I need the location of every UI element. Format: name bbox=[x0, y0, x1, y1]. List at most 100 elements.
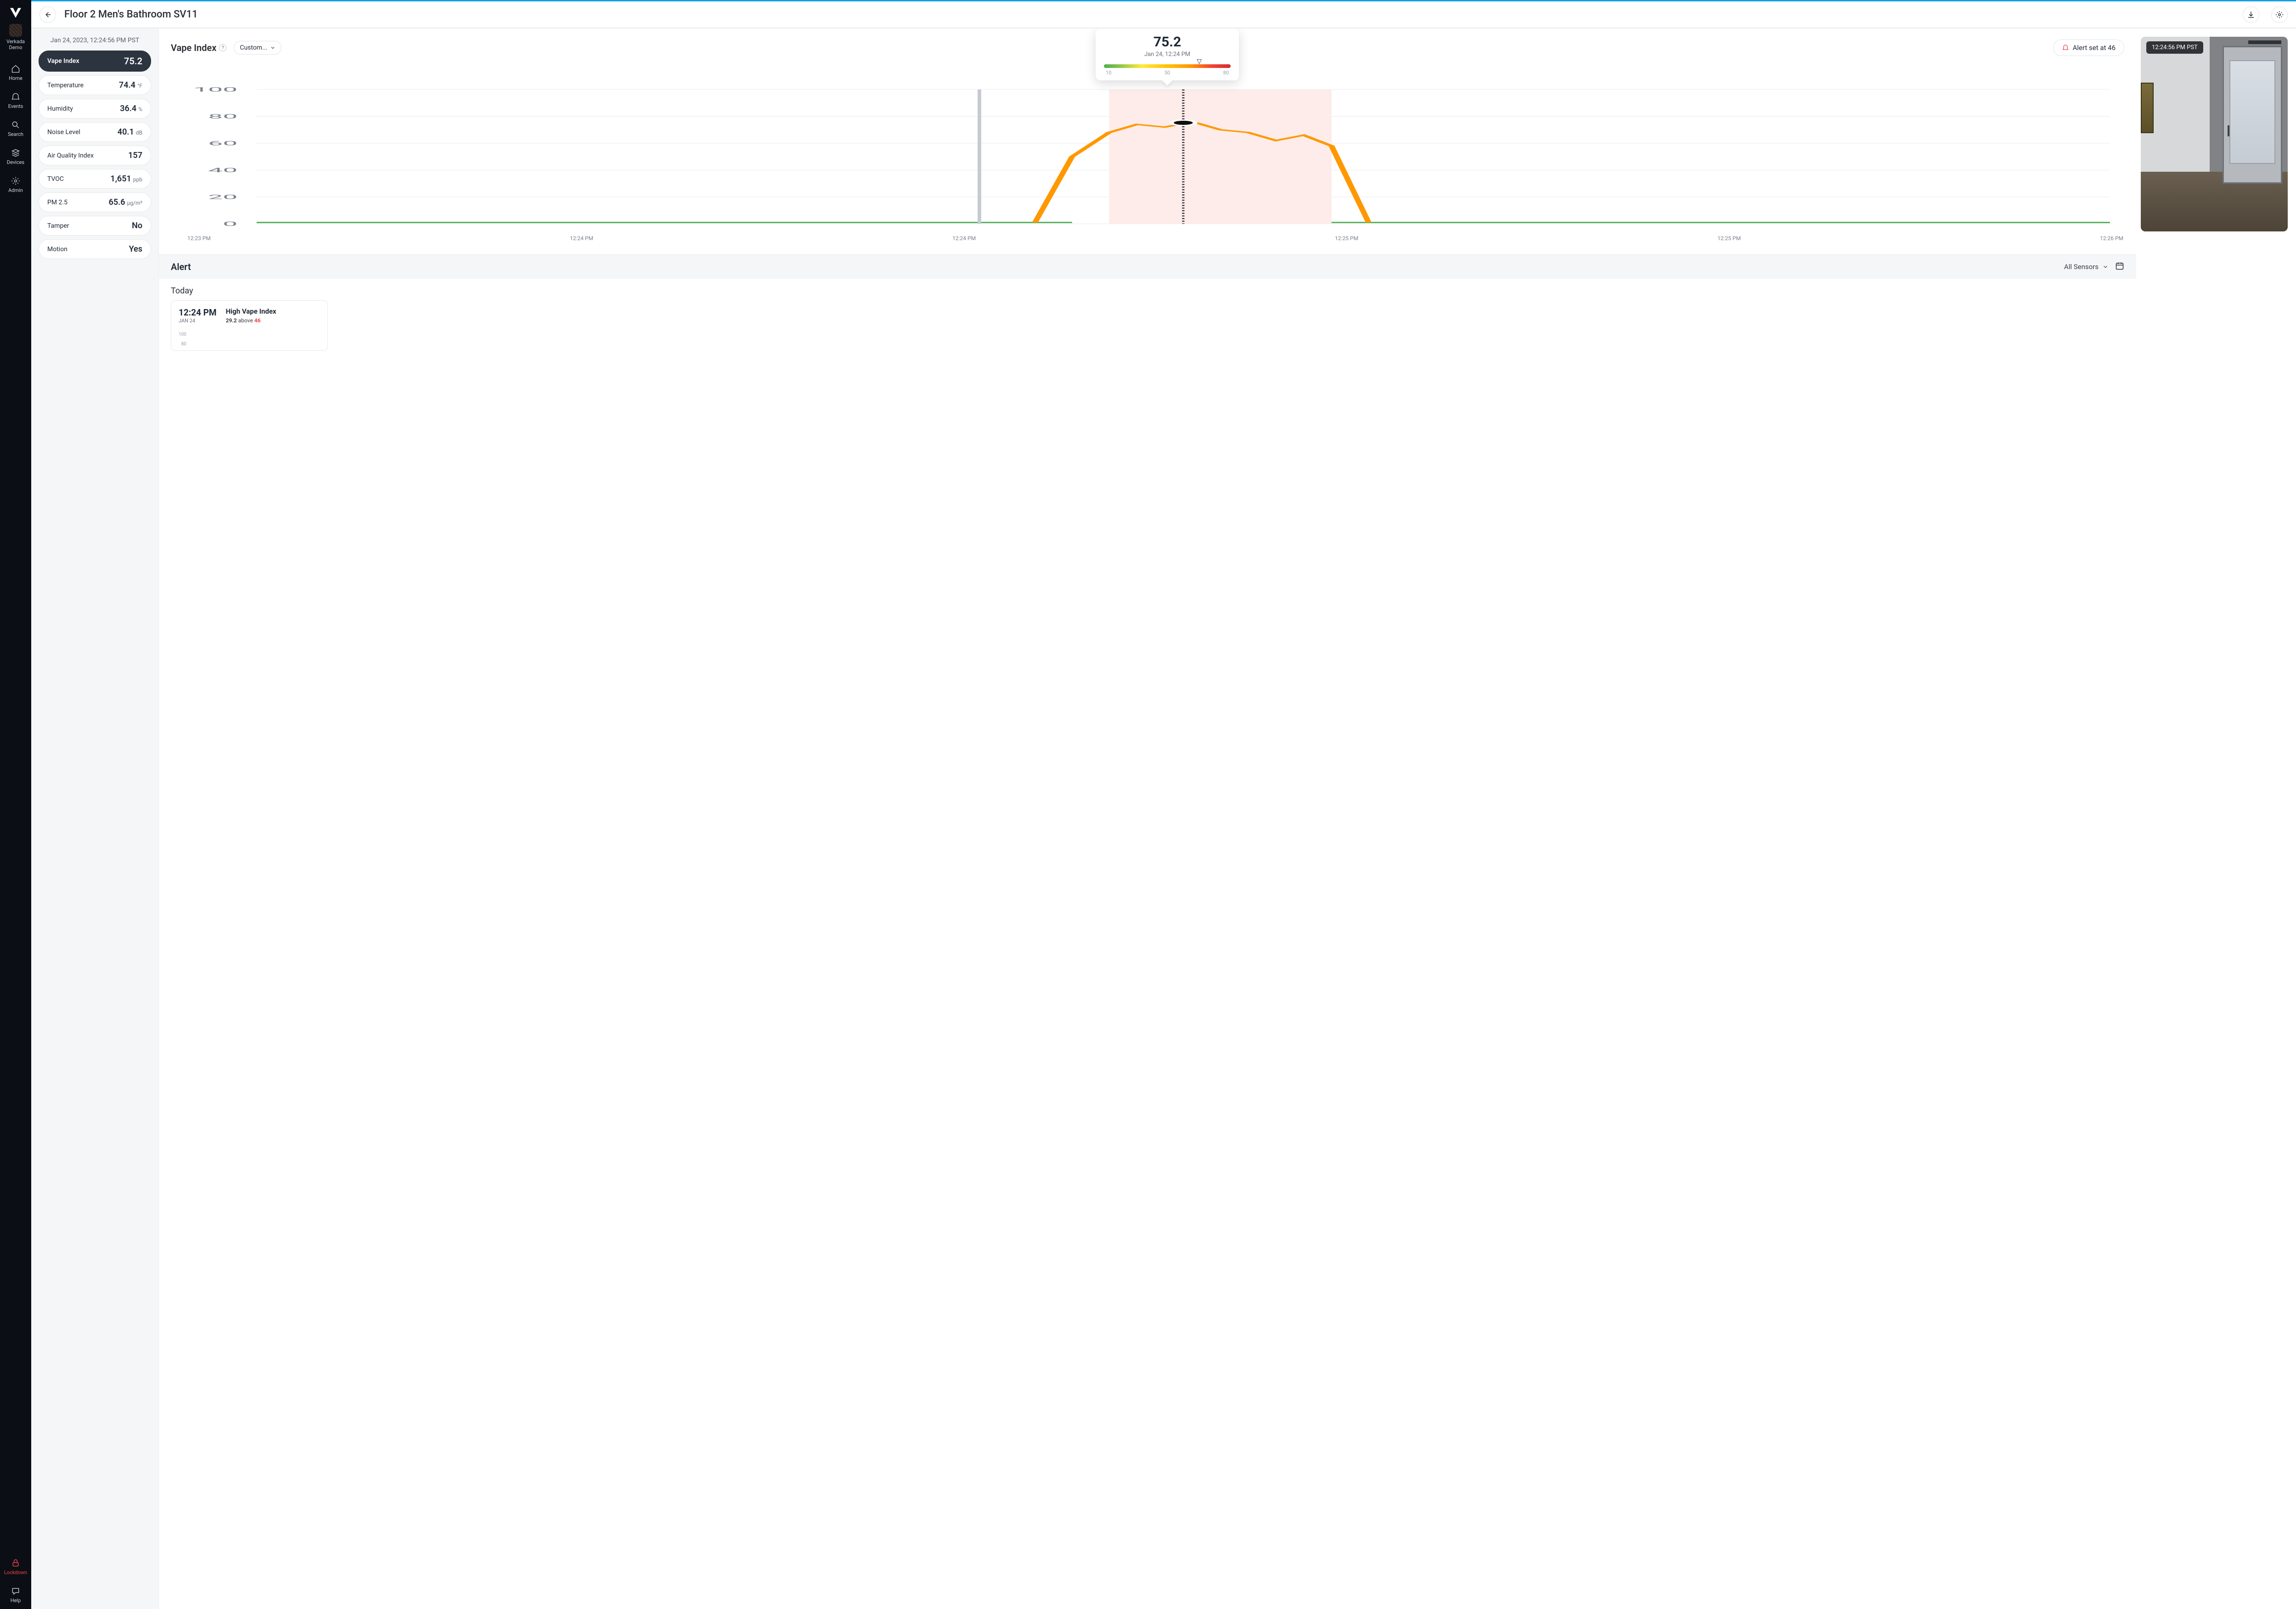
camera-thumbnail[interactable]: 12:24:56 PM PST bbox=[2141, 37, 2288, 231]
tooltip-scale: ▽ bbox=[1104, 64, 1231, 68]
sensor-label: Tamper bbox=[47, 222, 69, 230]
sensor-label: PM 2.5 bbox=[47, 199, 68, 206]
nav-lockdown[interactable]: Lockdown bbox=[0, 1553, 31, 1581]
sensor-row-pm25[interactable]: PM 2.5 65.6µg/m³ bbox=[39, 192, 151, 212]
nav-sidebar: Verkada Demo Home Events Search Devices … bbox=[0, 0, 31, 1609]
sensor-unit: µg/m³ bbox=[127, 200, 142, 206]
org-switcher[interactable]: Verkada Demo bbox=[6, 24, 25, 51]
nav-admin-label: Admin bbox=[8, 187, 23, 193]
chart-x-tick: 12:25 PM bbox=[1335, 235, 1358, 242]
line-chart[interactable]: 0 20 40 60 80 100 bbox=[171, 86, 2124, 233]
alert-subtitle: 29.2 above 46 bbox=[226, 317, 276, 324]
sensor-value: 1,651 bbox=[110, 174, 131, 184]
chart-title: Vape Index ? bbox=[171, 42, 226, 53]
alert-section: Alert All Sensors Today bbox=[159, 254, 2136, 360]
camera-timestamp: 12:24:56 PM PST bbox=[2146, 41, 2203, 54]
time-range-label: Custom... bbox=[240, 44, 267, 51]
sensor-panel: Jan 24, 2023, 12:24:56 PM PST Vape Index… bbox=[31, 28, 159, 1609]
sensor-unit: °F bbox=[137, 83, 142, 89]
chevron-down-icon bbox=[2102, 264, 2109, 270]
chart-x-tick: 12:26 PM bbox=[2100, 235, 2123, 242]
chart-x-tick: 12:24 PM bbox=[570, 235, 593, 242]
download-button[interactable] bbox=[2243, 6, 2259, 23]
nav-events-label: Events bbox=[8, 103, 23, 109]
svg-text:20: 20 bbox=[208, 194, 237, 201]
nav-help[interactable]: Help bbox=[0, 1581, 31, 1609]
org-avatar bbox=[9, 24, 22, 37]
alert-title: High Vape Index bbox=[226, 307, 276, 315]
sensor-label: Air Quality Index bbox=[47, 152, 94, 159]
mini-ytick: 80 bbox=[181, 342, 186, 347]
org-name-l2: Demo bbox=[9, 45, 23, 51]
chart-title-text: Vape Index bbox=[171, 42, 216, 53]
time-range-select[interactable]: Custom... bbox=[234, 41, 281, 55]
help-icon[interactable]: ? bbox=[219, 44, 226, 51]
settings-button[interactable] bbox=[2271, 6, 2288, 23]
alert-filter-label: All Sensors bbox=[2064, 263, 2099, 271]
chart-area: Vape Index ? Custom... 75.2 Jan 24, 12:2… bbox=[159, 28, 2136, 1609]
sensor-label: Temperature bbox=[47, 82, 84, 89]
sensor-row-tvoc[interactable]: TVOC 1,651ppb bbox=[39, 169, 151, 189]
sensor-value: 65.6 bbox=[109, 197, 125, 207]
sensor-label: Noise Level bbox=[47, 129, 80, 136]
alert-threshold-label: Alert set at 46 bbox=[2073, 44, 2116, 52]
alert-time: 12:24 PM bbox=[179, 307, 217, 318]
sensor-row-hum[interactable]: Humidity 36.4% bbox=[39, 99, 151, 118]
sensor-timestamp: Jan 24, 2023, 12:24:56 PM PST bbox=[39, 37, 151, 44]
nav-admin[interactable]: Admin bbox=[0, 171, 31, 199]
sensor-label: TVOC bbox=[47, 175, 64, 183]
org-name-l1: Verkada bbox=[6, 39, 25, 45]
back-button[interactable] bbox=[39, 6, 56, 23]
sensor-label: Vape Index bbox=[47, 57, 79, 65]
nav-search[interactable]: Search bbox=[0, 115, 31, 143]
sensor-value: 75.2 bbox=[124, 56, 142, 67]
nav-devices[interactable]: Devices bbox=[0, 143, 31, 171]
top-bar: Floor 2 Men's Bathroom SV11 bbox=[31, 0, 2296, 28]
chart-tooltip: 75.2 Jan 24, 12:24 PM ▽ 10 50 80 bbox=[1096, 28, 1239, 80]
alert-filter[interactable]: All Sensors bbox=[2064, 263, 2109, 271]
sensor-row-tamper[interactable]: Tamper No bbox=[39, 216, 151, 236]
brand-logo[interactable] bbox=[8, 6, 23, 20]
tooltip-value: 75.2 bbox=[1104, 34, 1231, 50]
bell-icon bbox=[2062, 44, 2069, 51]
chart-x-tick: 12:25 PM bbox=[1717, 235, 1741, 242]
sensor-row-noise[interactable]: Noise Level40.1dB bbox=[39, 122, 151, 142]
svg-text:80: 80 bbox=[208, 113, 237, 120]
sensor-row-aqi[interactable]: Air Quality Index 157 bbox=[39, 146, 151, 165]
page-title: Floor 2 Men's Bathroom SV11 bbox=[64, 9, 198, 20]
sensor-value: 36.4 bbox=[120, 104, 136, 113]
alert-word: above bbox=[238, 317, 253, 324]
sensor-row-motion[interactable]: Motion Yes bbox=[39, 239, 151, 259]
svg-text:40: 40 bbox=[208, 167, 237, 174]
mini-ytick: 100 bbox=[179, 332, 186, 337]
tooltip-timestamp: Jan 24, 12:24 PM bbox=[1104, 51, 1231, 58]
sensor-unit: % bbox=[138, 106, 142, 113]
sensor-unit: ppb bbox=[133, 176, 142, 183]
sensor-value: Yes bbox=[129, 244, 142, 254]
nav-devices-label: Devices bbox=[7, 159, 24, 165]
svg-text:100: 100 bbox=[193, 86, 237, 93]
nav-home[interactable]: Home bbox=[0, 59, 31, 87]
nav-search-label: Search bbox=[8, 131, 23, 137]
sensor-row-vape[interactable]: Vape Index 75.2 bbox=[39, 51, 151, 72]
sensor-label: Humidity bbox=[47, 105, 73, 113]
nav-home-label: Home bbox=[9, 75, 23, 81]
sensor-row-temp[interactable]: Temperature 74.4°F bbox=[39, 75, 151, 95]
alert-date: JAN 24 bbox=[179, 318, 217, 324]
tooltip-tick: 10 bbox=[1106, 70, 1111, 76]
alert-card[interactable]: 12:24 PM JAN 24 High Vape Index 29.2 abo… bbox=[171, 300, 328, 351]
nav-events[interactable]: Events bbox=[0, 87, 31, 115]
alert-threshold: 46 bbox=[254, 317, 261, 324]
chart-x-tick: 12:24 PM bbox=[952, 235, 976, 242]
sensor-value: No bbox=[132, 221, 142, 231]
alert-threshold-pill[interactable]: Alert set at 46 bbox=[2053, 39, 2124, 56]
sensor-value: 40.1 bbox=[118, 127, 134, 137]
svg-text:60: 60 bbox=[208, 140, 237, 147]
calendar-button[interactable] bbox=[2115, 261, 2124, 272]
nav-help-label: Help bbox=[11, 1598, 21, 1603]
sensor-label: Motion bbox=[47, 246, 68, 253]
sensor-value: 157 bbox=[128, 151, 142, 160]
sensor-value: 74.4 bbox=[119, 80, 135, 90]
svg-text:0: 0 bbox=[223, 221, 237, 228]
tooltip-marker-icon: ▽ bbox=[1197, 58, 1202, 65]
